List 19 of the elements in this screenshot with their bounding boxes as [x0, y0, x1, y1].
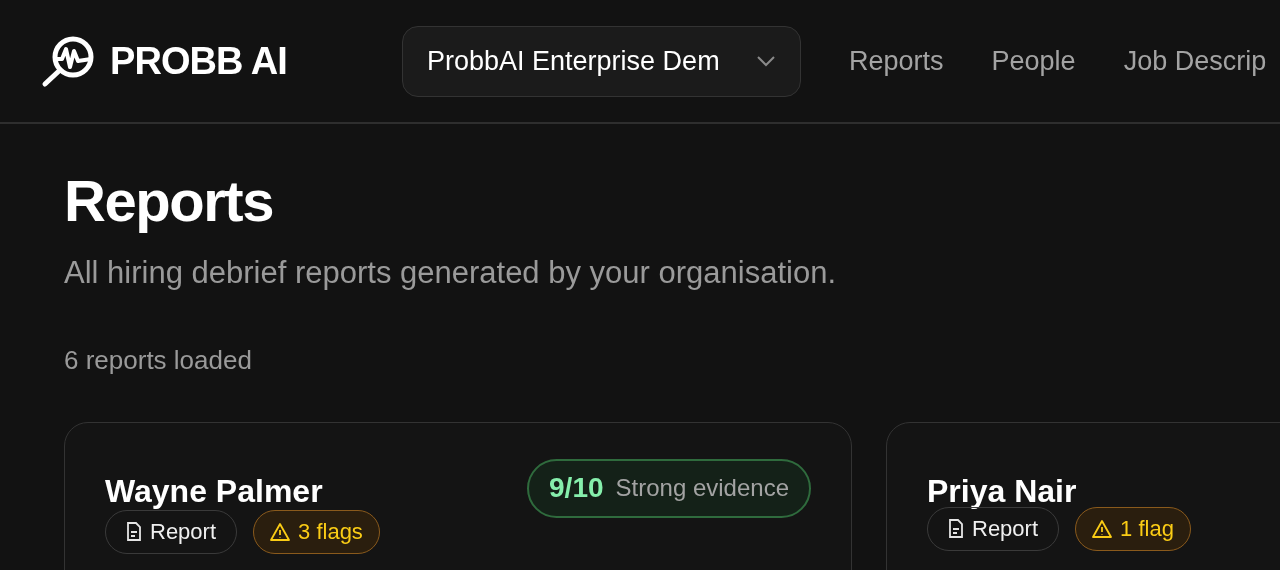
- score-value: 9/10: [549, 471, 604, 505]
- nav-link[interactable]: Job Descrip: [1123, 40, 1267, 82]
- page-subtitle: All hiring debrief reports generated by your organisation.: [64, 254, 837, 292]
- warning-icon: [270, 522, 291, 541]
- candidate-name: Wayne Palmer: [105, 471, 323, 511]
- flags-badge: 3 flags: [253, 509, 380, 554]
- logo-text: PROBB AI: [110, 38, 287, 84]
- organisation-select[interactable]: ProbbAI Enterprise Dem: [402, 25, 801, 97]
- report-card[interactable]: Wayne Palmer 9/10 Strong evidence Report 3 flags: [64, 421, 852, 570]
- nav-link[interactable]: Reports: [849, 40, 944, 82]
- document-icon: [126, 522, 142, 541]
- document-icon: [948, 519, 964, 538]
- report-count: 6 reports loaded: [64, 343, 253, 377]
- nav-link[interactable]: People: [991, 40, 1076, 82]
- flags-badge: 1 flag: [1075, 506, 1191, 551]
- chevron-down-icon: [756, 55, 776, 67]
- evidence-label: Strong evidence: [615, 473, 789, 503]
- warning-icon: [1092, 519, 1113, 538]
- report-card[interactable]: Priya Nair Report 1 flag: [886, 421, 1280, 570]
